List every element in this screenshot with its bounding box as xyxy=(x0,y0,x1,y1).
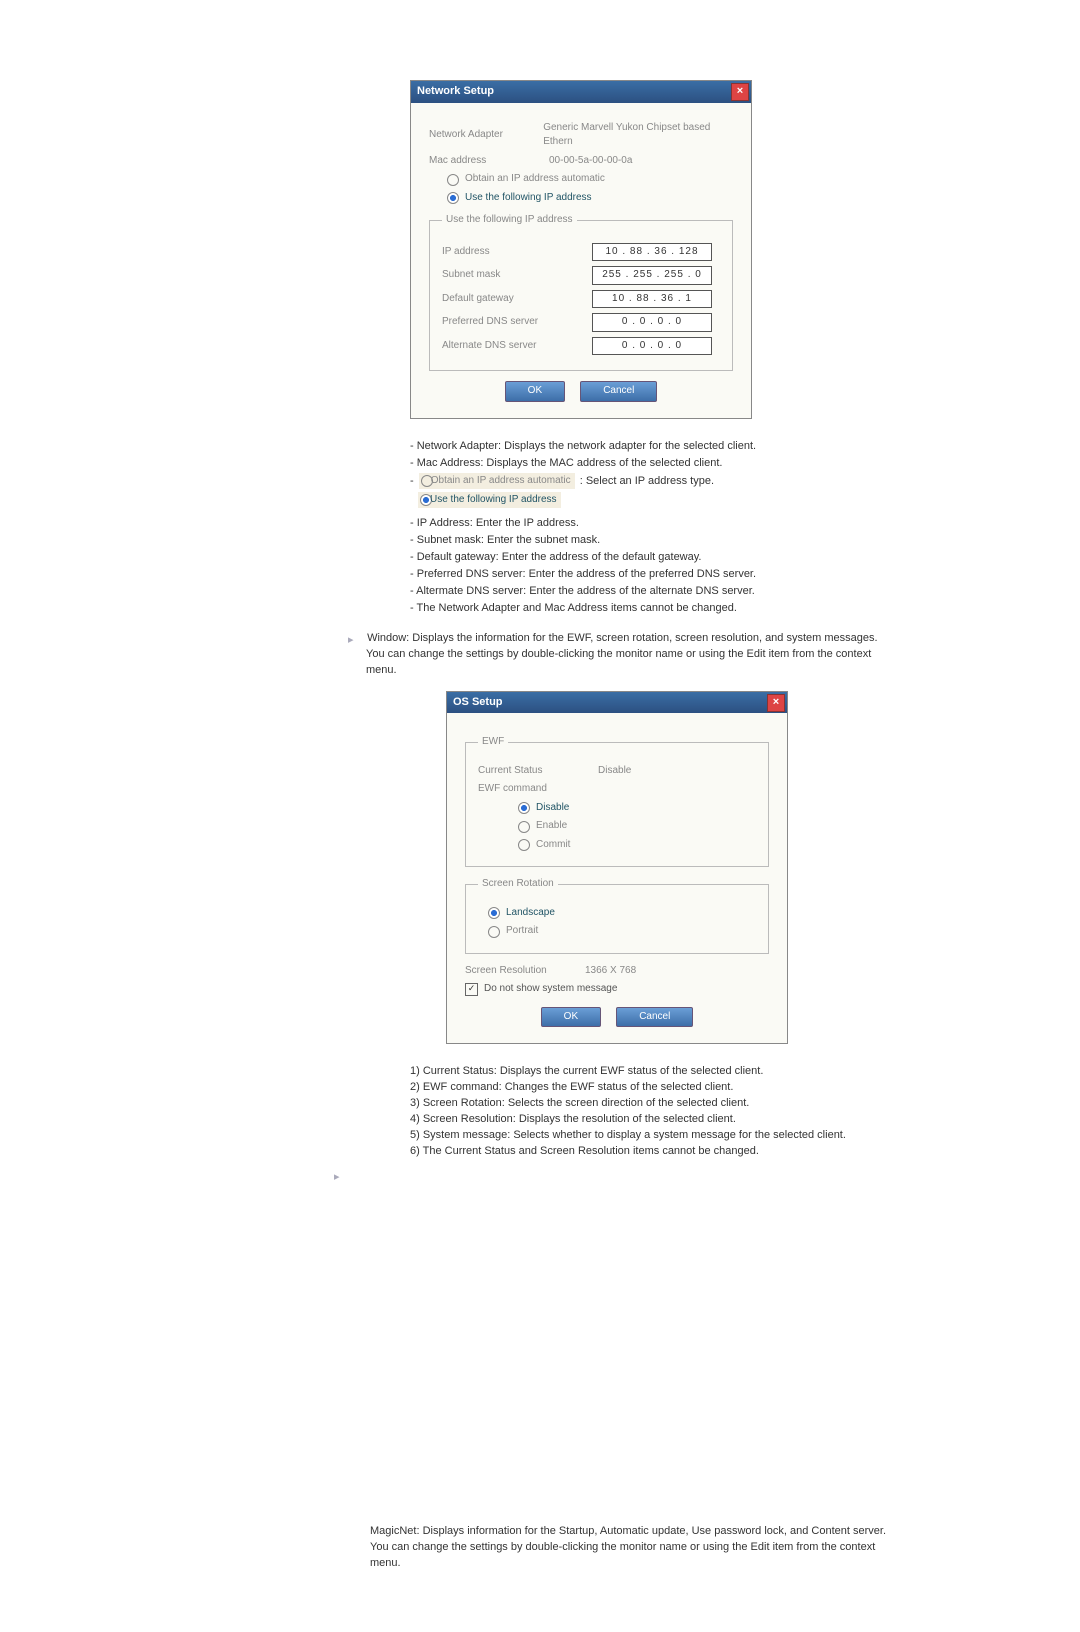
radio-label-use-following: Use the following IP address xyxy=(465,191,592,206)
cancel-button[interactable]: Cancel xyxy=(580,381,657,402)
radio-portrait[interactable] xyxy=(488,926,500,938)
label-system-message: Do not show system message xyxy=(484,982,617,997)
radio-obtain-auto[interactable] xyxy=(447,174,459,186)
network-description-list: Network Adapter: Displays the network ad… xyxy=(410,439,890,617)
note-icon: ▸ xyxy=(348,633,358,643)
list-item: Preferred DNS server: Enter the address … xyxy=(410,567,890,583)
label-mac-address: Mac address xyxy=(429,154,549,169)
value-mac-address: 00-00-5a-00-00-0a xyxy=(549,154,632,169)
dialog-titlebar: Network Setup × xyxy=(411,81,751,103)
radio-snippet-manual: Use the following IP address xyxy=(418,492,561,509)
list-item: 2) EWF command: Changes the EWF status o… xyxy=(410,1080,890,1096)
label-default-gateway: Default gateway xyxy=(442,292,592,307)
radio-ewf-disable[interactable] xyxy=(518,802,530,814)
rotation-fieldset: Screen Rotation Landscape Portrait xyxy=(465,877,769,954)
list-item: Obtain an IP address automatic : Select … xyxy=(410,473,890,512)
value-network-adapter: Generic Marvell Yukon Chipset based Ethe… xyxy=(543,121,733,150)
radio-use-following[interactable] xyxy=(447,192,459,204)
ok-button[interactable]: OK xyxy=(505,381,565,402)
list-item: Network Adapter: Displays the network ad… xyxy=(410,439,890,455)
input-alternate-dns[interactable]: 0 . 0 . 0 . 0 xyxy=(592,337,712,356)
network-setup-dialog: Network Setup × Network Adapter Generic … xyxy=(410,80,752,419)
label-subnet-mask: Subnet mask xyxy=(442,268,592,283)
list-item: Default gateway: Enter the address of th… xyxy=(410,550,890,566)
list-item: Altermate DNS server: Enter the address … xyxy=(410,584,890,600)
note-icon: ▸ xyxy=(334,1170,344,1180)
ok-button[interactable]: OK xyxy=(541,1007,601,1028)
ewf-legend: EWF xyxy=(478,735,508,750)
list-item: 6) The Current Status and Screen Resolut… xyxy=(410,1144,890,1160)
dialog-titlebar: OS Setup × xyxy=(447,692,787,714)
input-ip-address[interactable]: 10 . 88 . 36 . 128 xyxy=(592,243,712,262)
rotation-legend: Screen Rotation xyxy=(478,877,558,892)
close-icon[interactable]: × xyxy=(767,694,785,712)
label-preferred-dns: Preferred DNS server xyxy=(442,315,592,330)
value-current-status: Disable xyxy=(598,764,631,779)
label-network-adapter: Network Adapter xyxy=(429,128,543,143)
label-ewf-command: EWF command xyxy=(478,782,598,797)
list-item: Subnet mask: Enter the subnet mask. xyxy=(410,533,890,549)
radio-ewf-commit[interactable] xyxy=(518,839,530,851)
list-item: Mac Address: Displays the MAC address of… xyxy=(410,456,890,472)
input-subnet-mask[interactable]: 255 . 255 . 255 . 0 xyxy=(592,266,712,285)
radio-label-obtain-auto: Obtain an IP address automatic xyxy=(465,172,605,187)
ip-fieldset: Use the following IP address IP address … xyxy=(429,213,733,371)
radio-ewf-enable[interactable] xyxy=(518,821,530,833)
label-screen-resolution: Screen Resolution xyxy=(465,964,585,979)
ip-fieldset-legend: Use the following IP address xyxy=(442,213,577,228)
window-paragraph: ▸ Window: Displays the information for t… xyxy=(366,631,890,679)
label-ip-address: IP address xyxy=(442,245,592,260)
label-current-status: Current Status xyxy=(478,764,598,779)
checkbox-system-message[interactable]: ✓ xyxy=(465,983,478,996)
input-default-gateway[interactable]: 10 . 88 . 36 . 1 xyxy=(592,290,712,309)
list-item: 4) Screen Resolution: Displays the resol… xyxy=(410,1112,890,1128)
close-icon[interactable]: × xyxy=(731,83,749,101)
os-description-list: 1) Current Status: Displays the current … xyxy=(410,1064,890,1160)
value-screen-resolution: 1366 X 768 xyxy=(585,964,636,979)
list-item: The Network Adapter and Mac Address item… xyxy=(410,601,890,617)
radio-snippet-auto: Obtain an IP address automatic xyxy=(419,473,575,490)
ewf-fieldset: EWF Current Status Disable EWF command D… xyxy=(465,735,769,867)
magicnet-paragraph: MagicNet: Displays information for the S… xyxy=(370,1524,890,1572)
input-preferred-dns[interactable]: 0 . 0 . 0 . 0 xyxy=(592,313,712,332)
dialog-title: OS Setup xyxy=(453,696,503,708)
cancel-button[interactable]: Cancel xyxy=(616,1007,693,1028)
list-item: 1) Current Status: Displays the current … xyxy=(410,1064,890,1080)
os-setup-dialog: OS Setup × EWF Current Status Disable EW… xyxy=(446,691,788,1045)
label-alternate-dns: Alternate DNS server xyxy=(442,339,592,354)
list-item: 5) System message: Selects whether to di… xyxy=(410,1128,890,1144)
list-item: 3) Screen Rotation: Selects the screen d… xyxy=(410,1096,890,1112)
radio-landscape[interactable] xyxy=(488,907,500,919)
dialog-title: Network Setup xyxy=(417,85,494,97)
list-item: IP Address: Enter the IP address. xyxy=(410,516,890,532)
